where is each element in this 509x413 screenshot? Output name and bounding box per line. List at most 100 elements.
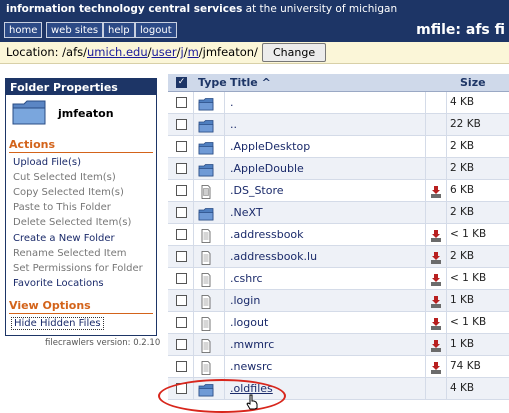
path-link-user[interactable]: user bbox=[152, 45, 177, 59]
file-size: 2 KB bbox=[450, 140, 475, 152]
file-name-link[interactable]: .. bbox=[230, 118, 237, 131]
download-icon[interactable] bbox=[430, 360, 442, 374]
favorite-locations-link[interactable]: Favorite Locations bbox=[13, 278, 104, 289]
file-name-link[interactable]: .newsrc bbox=[230, 360, 272, 373]
hide-hidden-files-link[interactable]: Hide Hidden Files bbox=[11, 317, 104, 330]
file-name-link[interactable]: .logout bbox=[230, 316, 268, 329]
folder-icon[interactable] bbox=[198, 140, 214, 155]
column-separator bbox=[224, 180, 225, 202]
table-row[interactable]: .cshrc < 1 KB bbox=[168, 268, 509, 290]
size-column-header[interactable]: Size bbox=[460, 76, 486, 89]
column-separator bbox=[425, 268, 426, 290]
file-icon[interactable] bbox=[198, 250, 214, 265]
folder-icon[interactable] bbox=[198, 118, 214, 133]
username: jmfeaton bbox=[58, 107, 114, 120]
table-row[interactable]: .addressbook.lu 2 KB bbox=[168, 246, 509, 268]
download-icon[interactable] bbox=[430, 272, 442, 286]
file-name-link[interactable]: .addressbook.lu bbox=[230, 250, 317, 263]
table-row[interactable]: .newsrc 74 KB bbox=[168, 356, 509, 378]
file-name-link[interactable]: .NeXT bbox=[230, 206, 263, 219]
download-icon[interactable] bbox=[430, 184, 442, 198]
file-icon[interactable] bbox=[198, 338, 214, 353]
row-checkbox[interactable] bbox=[176, 229, 187, 240]
file-size: 2 KB bbox=[450, 250, 475, 262]
file-size: 1 KB bbox=[450, 294, 475, 306]
download-icon[interactable] bbox=[430, 338, 442, 352]
file-size: 2 KB bbox=[450, 162, 475, 174]
file-icon[interactable] bbox=[198, 294, 214, 309]
row-checkbox[interactable] bbox=[176, 185, 187, 196]
folder-icon bbox=[12, 100, 46, 125]
folder-icon[interactable] bbox=[198, 162, 214, 177]
file-icon[interactable] bbox=[198, 184, 214, 199]
file-name-link[interactable]: .addressbook bbox=[230, 228, 304, 241]
table-row[interactable]: .login 1 KB bbox=[168, 290, 509, 312]
row-checkbox[interactable] bbox=[176, 339, 187, 350]
column-separator bbox=[224, 290, 225, 312]
create-folder-link[interactable]: Create a New Folder bbox=[13, 233, 115, 244]
table-row[interactable]: . 4 KB bbox=[168, 92, 509, 114]
column-separator bbox=[425, 246, 426, 268]
file-name-link[interactable]: .cshrc bbox=[230, 272, 263, 285]
row-checkbox[interactable] bbox=[176, 119, 187, 130]
row-checkbox[interactable] bbox=[176, 207, 187, 218]
file-size: 74 KB bbox=[450, 360, 481, 372]
help-button[interactable]: help bbox=[103, 22, 135, 38]
row-checkbox[interactable] bbox=[176, 97, 187, 108]
row-checkbox[interactable] bbox=[176, 273, 187, 284]
column-separator bbox=[193, 246, 194, 268]
row-checkbox[interactable] bbox=[176, 317, 187, 328]
row-checkbox[interactable] bbox=[176, 361, 187, 372]
change-button[interactable]: Change bbox=[262, 43, 327, 62]
file-icon[interactable] bbox=[198, 272, 214, 287]
banner-bold: information technology central services bbox=[6, 3, 243, 15]
row-checkbox[interactable] bbox=[176, 295, 187, 306]
type-column-header[interactable]: Type bbox=[198, 76, 227, 89]
folder-icon[interactable] bbox=[198, 96, 214, 111]
title-column-header[interactable]: Title ^ bbox=[230, 76, 271, 89]
column-separator bbox=[193, 92, 194, 114]
column-separator bbox=[425, 356, 426, 378]
table-row[interactable]: .AppleDesktop 2 KB bbox=[168, 136, 509, 158]
table-row[interactable]: .. 22 KB bbox=[168, 114, 509, 136]
file-name-link[interactable]: . bbox=[230, 96, 234, 109]
upload-files-link[interactable]: Upload File(s) bbox=[13, 157, 81, 168]
file-name-link[interactable]: .AppleDouble bbox=[230, 162, 304, 175]
cut-items-link: Cut Selected Item(s) bbox=[13, 172, 116, 183]
download-icon[interactable] bbox=[430, 250, 442, 264]
file-name-link[interactable]: .mwmrc bbox=[230, 338, 274, 351]
logout-button[interactable]: logout bbox=[135, 22, 177, 38]
download-icon[interactable] bbox=[430, 294, 442, 308]
location-bar: Location: /afs/umich.edu/user/j/m/jmfeat… bbox=[0, 42, 509, 64]
column-separator bbox=[446, 158, 447, 180]
path-link-umich[interactable]: umich.edu bbox=[87, 45, 148, 59]
file-icon[interactable] bbox=[198, 360, 214, 375]
select-all-checkbox[interactable]: ✓ bbox=[176, 77, 187, 88]
table-row[interactable]: .mwmrc 1 KB bbox=[168, 334, 509, 356]
path-link-m[interactable]: m bbox=[188, 45, 199, 59]
download-icon[interactable] bbox=[430, 316, 442, 330]
table-row[interactable]: .addressbook < 1 KB bbox=[168, 224, 509, 246]
home-button[interactable]: home bbox=[4, 22, 43, 38]
file-icon[interactable] bbox=[198, 316, 214, 331]
table-row[interactable]: .DS_Store 6 KB bbox=[168, 180, 509, 202]
table-row[interactable]: .AppleDouble 2 KB bbox=[168, 158, 509, 180]
column-separator bbox=[193, 356, 194, 378]
table-row[interactable]: .logout < 1 KB bbox=[168, 312, 509, 334]
table-row[interactable]: .NeXT 2 KB bbox=[168, 202, 509, 224]
folder-icon[interactable] bbox=[198, 206, 214, 221]
copy-items-link: Copy Selected Item(s) bbox=[13, 187, 124, 198]
row-checkbox[interactable] bbox=[176, 163, 187, 174]
row-checkbox[interactable] bbox=[176, 251, 187, 262]
file-icon[interactable] bbox=[198, 228, 214, 243]
file-name-link[interactable]: .AppleDesktop bbox=[230, 140, 310, 153]
file-name-link[interactable]: .login bbox=[230, 294, 260, 307]
panel-title: Folder Properties bbox=[6, 79, 156, 95]
hand-cursor-icon bbox=[246, 394, 258, 410]
download-icon[interactable] bbox=[430, 228, 442, 242]
file-name-link[interactable]: .DS_Store bbox=[230, 184, 284, 197]
web-sites-button[interactable]: web sites bbox=[46, 22, 104, 38]
row-checkbox[interactable] bbox=[176, 141, 187, 152]
column-separator bbox=[446, 378, 447, 400]
column-separator bbox=[224, 92, 225, 114]
